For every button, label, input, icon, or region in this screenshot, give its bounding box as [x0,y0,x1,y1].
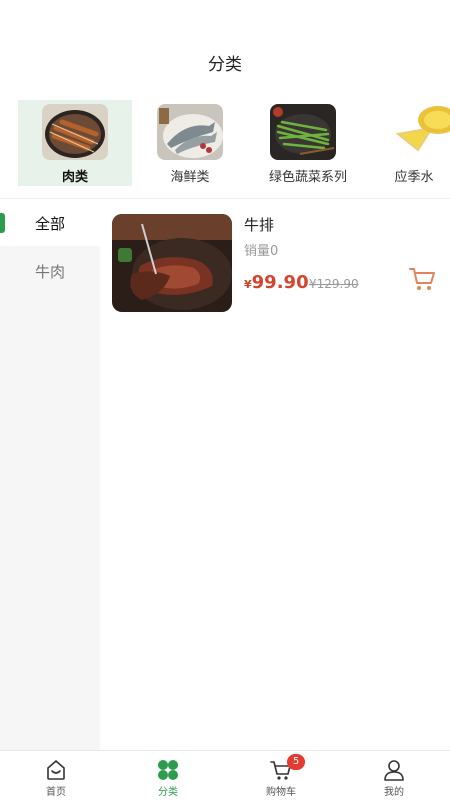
user-icon [382,758,406,782]
cart-count-badge: 5 [287,754,305,770]
currency-symbol: ¥ [244,278,252,291]
original-price: ¥129.90 [309,277,359,291]
product-name: 牛排 [244,216,275,234]
price-value: 99.90 [251,272,309,293]
subcategory-item-all[interactable]: 全部 [0,200,100,246]
tab-label: 分类 [158,787,178,798]
category-label: 海鲜类 [170,170,210,185]
category-item-seasonal-fruit[interactable]: 应季水 [378,100,450,186]
tab-label: 我的 [384,787,404,798]
tab-profile[interactable]: 我的 [338,751,450,800]
subcategory-sidebar: 全部 牛肉 [0,200,100,750]
category-label: 绿色蔬菜系列 [268,170,347,185]
cart-icon [409,268,435,290]
category-item-seafood[interactable]: 海鲜类 [138,100,242,186]
tab-home[interactable]: 首页 [0,751,112,800]
bottom-tab-bar: 首页 分类 5 购物车 我的 [0,750,450,800]
category-image-seafood [157,104,223,160]
product-card[interactable]: 牛排 销量0 ¥99.90 ¥129.90 [112,214,442,314]
active-indicator [0,213,5,233]
category-item-meat[interactable]: 肉类 [18,100,132,186]
product-sales: 销量0 [244,244,279,259]
category-strip[interactable]: 肉类 海鲜类 绿色蔬菜系列 应季水 [0,100,450,192]
product-image[interactable] [112,214,232,312]
home-icon [44,758,68,782]
category-image-vegetables [270,104,336,160]
tab-cart[interactable]: 5 购物车 [225,751,337,800]
category-icon [156,758,180,782]
subcategory-label: 全部 [34,214,65,233]
category-image-meat [42,104,108,160]
category-label: 肉类 [61,170,88,185]
page-title: 分类 [208,55,242,75]
product-price: ¥99.90 [244,272,309,293]
category-item-vegetables[interactable]: 绿色蔬菜系列 [258,100,358,186]
subcategory-label: 牛肉 [34,262,65,281]
add-to-cart-button[interactable] [408,266,436,292]
tab-label: 首页 [46,787,66,798]
header: 分类 [0,0,450,92]
divider [0,198,450,199]
tab-category[interactable]: 分类 [112,751,224,800]
category-label: 应季水 [394,170,434,185]
tab-label: 购物车 [266,787,296,798]
category-image-fruit [388,104,450,160]
subcategory-item-beef[interactable]: 牛肉 [0,248,100,294]
